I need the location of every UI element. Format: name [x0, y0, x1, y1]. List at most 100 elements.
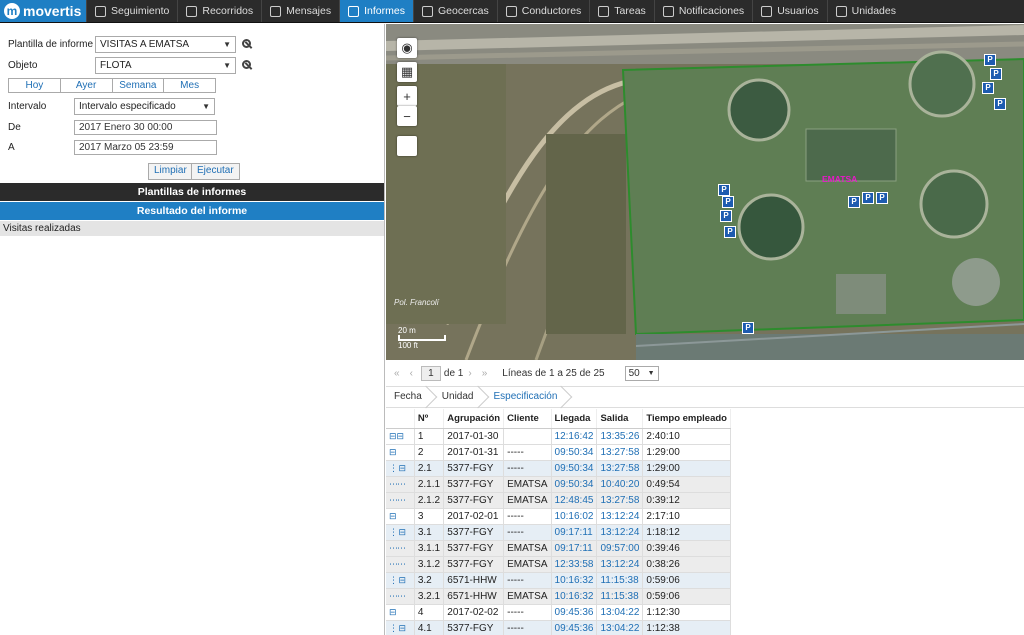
row-toggle[interactable]: ⋯⋯	[386, 556, 415, 573]
visits-list-item[interactable]: Visitas realizadas	[0, 221, 384, 236]
prev-page-icon[interactable]: ‹	[410, 368, 413, 379]
parking-marker-icon[interactable]: P	[862, 192, 874, 204]
template-select[interactable]: VISITAS A EMATSA ▼	[95, 36, 236, 53]
collapse-icon[interactable]: ⊟	[399, 623, 407, 633]
parking-marker-icon[interactable]: P	[718, 184, 730, 196]
wrench-icon[interactable]	[242, 38, 254, 51]
crumb-unit[interactable]: Unidad	[434, 386, 486, 408]
tab-month[interactable]: Mes	[164, 79, 215, 92]
nav-item-notificaciones[interactable]: Notificaciones	[653, 0, 752, 22]
col-number[interactable]: Nº	[414, 409, 445, 429]
from-date-input[interactable]: 2017 Enero 30 00:00	[74, 120, 217, 135]
report-table: Nº Agrupación Cliente Llegada Salida Tie…	[386, 409, 731, 635]
to-date-input[interactable]: 2017 Marzo 05 23:59	[74, 140, 217, 155]
parking-marker-icon[interactable]: P	[990, 68, 1002, 80]
nav-item-informes[interactable]: Informes	[339, 0, 413, 22]
brand-logo[interactable]: m movertis	[0, 0, 86, 22]
table-row[interactable]: ⋮ ⊟ 3.1 5377-FGY ----- 09:17:11 13:12:24 1:18:…	[386, 524, 731, 541]
satellite-map[interactable]: ◉ ▦ + − Pol. Francolí 20 m 100 ft EMATSA…	[386, 24, 1024, 360]
tab-today[interactable]: Hoy	[9, 79, 61, 92]
tab-week[interactable]: Semana	[113, 79, 165, 92]
collapse-icon[interactable]: ⊟	[389, 447, 397, 457]
parking-marker-icon[interactable]: P	[722, 196, 734, 208]
row-toggle[interactable]: ⊟	[386, 508, 415, 525]
page-size-select[interactable]: 50 ▼	[624, 365, 659, 381]
row-toggle[interactable]: ⋮ ⊟	[386, 572, 415, 589]
nav-item-mensajes[interactable]: Mensajes	[261, 0, 339, 22]
row-toggle[interactable]: ⋮ ⊟	[386, 620, 415, 635]
object-select[interactable]: FLOTA ▼	[95, 57, 236, 74]
parking-marker-icon[interactable]: P	[848, 196, 860, 208]
table-row[interactable]: ⋯⋯ 3.1.1 5377-FGY EMATSA 09:17:11 09:57:00 0:…	[386, 540, 731, 557]
nav-item-geocercas[interactable]: Geocercas	[412, 0, 497, 22]
col-group[interactable]: Agrupación	[443, 409, 505, 429]
table-row[interactable]: ⊟ 3 2017-02-01 ----- 10:16:02 13:12:24 2:17:10	[386, 508, 731, 525]
row-toggle[interactable]: ⋯⋯	[386, 588, 415, 605]
table-row[interactable]: ⋯⋯ 2.1.1 5377-FGY EMATSA 09:50:34 10:40:20 0:…	[386, 476, 731, 493]
row-toggle[interactable]: ⋮ ⊟	[386, 524, 415, 541]
wrench-icon[interactable]	[242, 59, 254, 72]
parking-marker-icon[interactable]: P	[994, 98, 1006, 110]
nav-item-label: Tareas	[614, 5, 646, 17]
nav-item-usuarios[interactable]: Usuarios	[752, 0, 826, 22]
row-toggle[interactable]: ⋯⋯	[386, 540, 415, 557]
table-row[interactable]: ⋮ ⊟ 4.1 5377-FGY ----- 09:45:36 13:04:22 1:12:…	[386, 620, 731, 635]
nav-item-conductores[interactable]: Conductores	[496, 0, 590, 22]
row-toggle[interactable]: ⋮ ⊟	[386, 460, 415, 477]
result-section-header[interactable]: Resultado del informe	[0, 202, 384, 220]
map-checkbox[interactable]	[397, 136, 417, 156]
crumb-date[interactable]: Fecha	[386, 386, 434, 408]
parking-marker-icon[interactable]: P	[984, 54, 996, 66]
collapse-icon[interactable]: ⊟	[399, 575, 407, 585]
collapse-icon[interactable]: ⊟	[399, 527, 407, 537]
run-button[interactable]: Ejecutar	[191, 163, 240, 180]
col-client[interactable]: Cliente	[503, 409, 552, 429]
nav-item-unidades[interactable]: Unidades	[826, 0, 904, 22]
row-toggle[interactable]: ⊟	[386, 604, 415, 621]
row-toggle[interactable]: ⋯⋯	[386, 476, 415, 493]
page-input[interactable]: 1	[420, 365, 441, 381]
cell-departure: 10:40:20	[596, 476, 644, 493]
col-departure[interactable]: Salida	[596, 409, 644, 429]
table-row[interactable]: ⊟ 4 2017-02-02 ----- 09:45:36 13:04:22 1:12:30	[386, 604, 731, 621]
nav-item-tareas[interactable]: Tareas	[589, 0, 654, 22]
parking-marker-icon[interactable]: P	[720, 210, 732, 222]
interval-select[interactable]: Intervalo especificado ▼	[74, 98, 215, 115]
templates-section-header[interactable]: Plantillas de informes	[0, 183, 384, 201]
next-page-icon[interactable]: ›	[468, 368, 471, 379]
table-row[interactable]: ⋮ ⊟ 3.2 6571-HHW ----- 10:16:32 11:15:38 0:59:…	[386, 572, 731, 589]
parking-marker-icon[interactable]: P	[724, 226, 736, 238]
nav-item-recorridos[interactable]: Recorridos	[177, 0, 261, 22]
crumb-spec[interactable]: Especificación	[486, 386, 570, 408]
parking-marker-icon[interactable]: P	[876, 192, 888, 204]
row-toggle[interactable]: ⊟	[386, 444, 415, 461]
col-arrival[interactable]: Llegada	[551, 409, 598, 429]
collapse-icon[interactable]: ⊟	[399, 463, 407, 473]
table-row[interactable]: ⋯⋯ 3.1.2 5377-FGY EMATSA 12:33:58 13:12:24 0:…	[386, 556, 731, 573]
collapse-icon[interactable]: ⊟	[389, 511, 397, 521]
row-toggle[interactable]: ⋯⋯	[386, 492, 415, 509]
first-page-icon[interactable]: «	[394, 368, 400, 379]
cell-number: 3.1.2	[414, 556, 445, 573]
table-row[interactable]: ⋯⋯ 2.1.2 5377-FGY EMATSA 12:48:45 13:27:58 0:…	[386, 492, 731, 509]
last-page-icon[interactable]: »	[482, 368, 488, 379]
col-duration[interactable]: Tiempo empleado	[642, 409, 731, 429]
collapse-icon[interactable]: ⊟⊟	[389, 431, 404, 441]
collapse-icon[interactable]: ⊟	[389, 607, 397, 617]
table-row[interactable]: ⊟⊟ 1 2017-01-30 12:16:42 13:35:26 2:40:10	[386, 428, 731, 445]
parking-marker-icon[interactable]: P	[982, 82, 994, 94]
eye-icon[interactable]: ◉	[397, 38, 417, 58]
zoom-in-button[interactable]: +	[397, 86, 417, 106]
table-row[interactable]: ⊟ 2 2017-01-31 ----- 09:50:34 13:27:58 1:29:00	[386, 444, 731, 461]
parking-marker-icon[interactable]: P	[742, 322, 754, 334]
table-row[interactable]: ⋮ ⊟ 2.1 5377-FGY ----- 09:50:34 13:27:58 1:29:…	[386, 460, 731, 477]
cell-duration: 1:29:00	[642, 444, 731, 461]
row-toggle[interactable]: ⊟⊟	[386, 428, 415, 445]
map-layers-icon[interactable]: ▦	[397, 62, 417, 82]
tree-connector: ⋮	[389, 462, 399, 473]
clear-button[interactable]: Limpiar	[148, 163, 193, 180]
zoom-out-button[interactable]: −	[397, 106, 417, 126]
tab-yesterday[interactable]: Ayer	[61, 79, 113, 92]
table-row[interactable]: ⋯⋯ 3.2.1 6571-HHW EMATSA 10:16:32 11:15:38 0:…	[386, 588, 731, 605]
nav-item-seguimiento[interactable]: Seguimiento	[86, 0, 177, 22]
